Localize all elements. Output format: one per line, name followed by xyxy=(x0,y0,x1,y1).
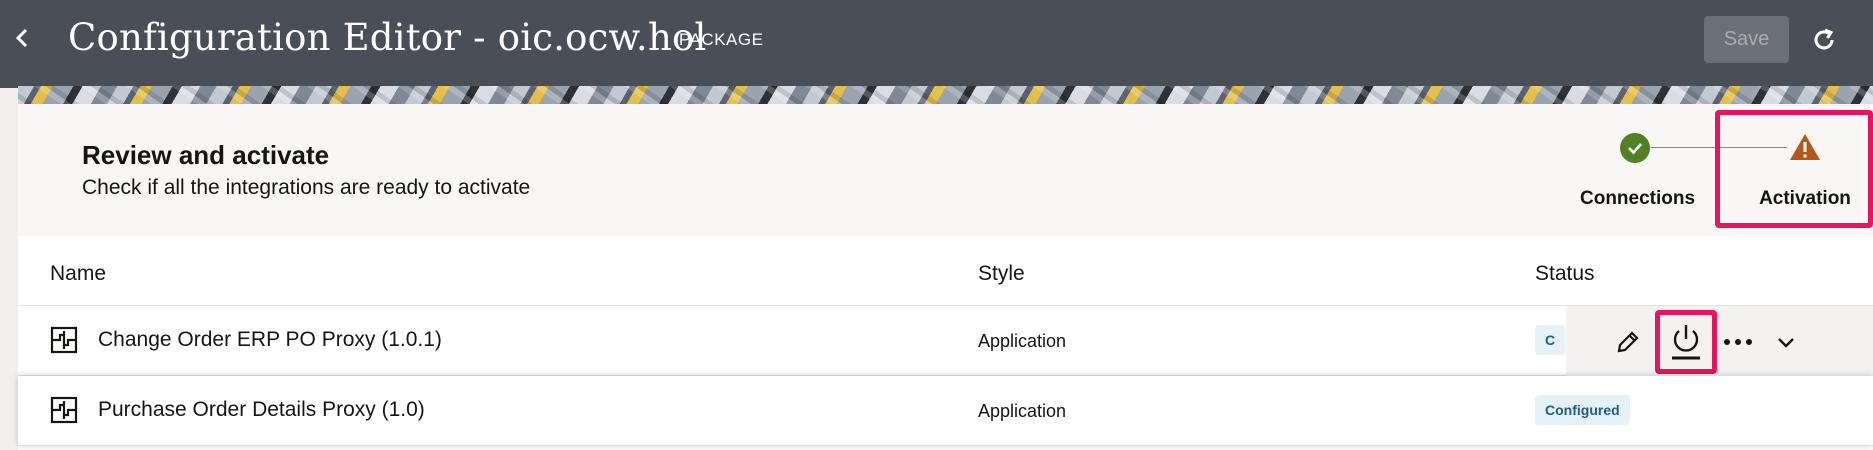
configuration-card: Review and activate Check if all the int… xyxy=(18,104,1873,450)
refresh-icon xyxy=(1814,28,1834,50)
status-badge: C xyxy=(1535,325,1566,355)
table-header: Name Style Status xyxy=(18,236,1873,306)
more-icon xyxy=(1724,339,1752,345)
step-connections-label[interactable]: Connections xyxy=(1580,188,1695,210)
integration-name[interactable]: Purchase Order Details Proxy (1.0) xyxy=(98,398,425,422)
step-activation-status[interactable] xyxy=(1787,131,1823,163)
step-connections-status[interactable] xyxy=(1620,133,1650,163)
expand-row-button[interactable] xyxy=(1764,320,1808,364)
table-row[interactable]: Purchase Order Details Proxy (1.0) Appli… xyxy=(18,376,1873,446)
save-button[interactable]: Save xyxy=(1704,16,1789,63)
refresh-button[interactable] xyxy=(1806,22,1842,58)
power-icon xyxy=(1672,325,1700,360)
check-icon xyxy=(1628,143,1642,155)
review-subtitle: Check if all the integrations are ready … xyxy=(82,176,531,199)
table-row[interactable]: Change Order ERP PO Proxy (1.0.1) Applic… xyxy=(18,306,1873,376)
activate-button[interactable] xyxy=(1664,320,1708,364)
integration-name[interactable]: Change Order ERP PO Proxy (1.0.1) xyxy=(98,328,442,352)
more-actions-button[interactable] xyxy=(1716,320,1760,364)
review-title: Review and activate xyxy=(82,140,330,170)
column-header-name[interactable]: Name xyxy=(50,262,106,286)
row-actions xyxy=(1566,306,1873,376)
review-section: Review and activate Check if all the int… xyxy=(18,104,1873,236)
chevron-down-icon xyxy=(1778,338,1794,348)
header-bar: Configuration Editor - oic.ocw.hol PACKA… xyxy=(0,0,1873,88)
stepper-connector xyxy=(1651,147,1787,148)
column-header-style[interactable]: Style xyxy=(978,262,1025,286)
integration-style: Application xyxy=(978,331,1067,351)
pencil-icon xyxy=(1617,331,1639,353)
column-header-status[interactable]: Status xyxy=(1535,262,1595,286)
page-title: Configuration Editor - oic.ocw.hol xyxy=(68,16,707,59)
status-badge: Configured xyxy=(1535,395,1630,425)
warning-icon xyxy=(1790,134,1820,160)
integration-icon xyxy=(50,326,78,354)
chevron-left-icon xyxy=(15,28,28,48)
activation-highlight xyxy=(1715,110,1873,228)
edit-button[interactable] xyxy=(1606,320,1650,364)
integration-style: Application xyxy=(978,401,1067,421)
step-activation-label[interactable]: Activation xyxy=(1735,188,1873,210)
back-button[interactable] xyxy=(8,22,36,54)
decorative-banner xyxy=(18,86,1873,106)
type-label: PACKAGE xyxy=(679,30,764,49)
integration-icon xyxy=(50,396,78,424)
